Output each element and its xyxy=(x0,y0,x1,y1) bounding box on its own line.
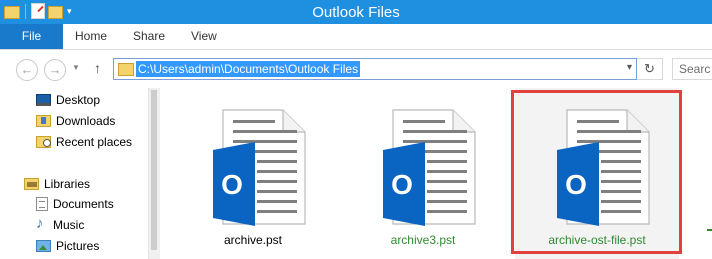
downloads-folder-icon xyxy=(36,115,51,127)
svg-text:O: O xyxy=(391,169,413,200)
sidebar-item-desktop[interactable]: Desktop xyxy=(36,91,100,109)
tab-home[interactable]: Home xyxy=(75,24,107,49)
folder-icon xyxy=(118,63,134,76)
sidebar-item-label: Desktop xyxy=(56,93,101,107)
tab-view[interactable]: View xyxy=(191,24,217,49)
back-button[interactable]: ← xyxy=(16,59,38,81)
sidebar-item-label: Music xyxy=(53,218,85,232)
sidebar-item-downloads[interactable]: Downloads xyxy=(36,112,115,130)
up-arrow-icon[interactable]: ↑ xyxy=(94,60,101,76)
music-icon xyxy=(36,215,48,232)
forward-button[interactable]: → xyxy=(44,59,66,81)
file-list: O archive.pst O archive3.pst O archive-o… xyxy=(160,88,712,259)
sidebar-item-libraries[interactable]: Libraries xyxy=(24,175,90,193)
navigation-scrollbar[interactable] xyxy=(148,88,160,259)
address-path[interactable]: C:\Users\admin\Documents\Outlook Files xyxy=(136,61,361,77)
sidebar-item-music[interactable]: Music xyxy=(36,215,85,234)
documents-icon xyxy=(36,197,48,211)
outlook-data-file-icon: O xyxy=(383,109,476,226)
sidebar-item-documents[interactable]: Documents xyxy=(36,195,114,213)
title-bar: ▾ Outlook Files xyxy=(0,0,712,24)
file-item-archive3[interactable]: O archive3.pst xyxy=(341,88,505,259)
tab-share[interactable]: Share xyxy=(133,24,165,49)
outlook-data-file-icon: O xyxy=(213,109,306,226)
navigation-bar: ← → ▼ ↑ C:\Users\admin\Documents\Outlook… xyxy=(0,50,712,88)
address-bar[interactable]: C:\Users\admin\Documents\Outlook Files ▾ xyxy=(113,58,637,80)
window-title: Outlook Files xyxy=(312,4,400,21)
scrollbar-thumb[interactable] xyxy=(151,90,157,250)
recent-places-icon xyxy=(36,136,51,148)
search-input[interactable]: Searc xyxy=(672,58,712,80)
sidebar-item-label: Pictures xyxy=(56,239,100,253)
libraries-icon xyxy=(24,178,39,190)
tab-file[interactable]: File xyxy=(0,24,63,49)
recent-locations-arrow-icon[interactable]: ▼ xyxy=(72,63,80,72)
file-name: archive.pst xyxy=(223,233,283,247)
sidebar-item-recent-places[interactable]: Recent places xyxy=(36,133,132,151)
selection-highlight xyxy=(511,90,682,254)
ribbon-tabs: File Home Share View xyxy=(0,24,712,50)
navigation-pane: Desktop Downloads Recent places Librarie… xyxy=(0,88,160,259)
refresh-button[interactable]: ↻ xyxy=(637,58,663,80)
sidebar-item-label: Recent places xyxy=(56,135,133,149)
next-file-peek xyxy=(707,229,712,231)
sidebar-item-pictures[interactable]: Pictures xyxy=(36,237,99,255)
address-dropdown-icon[interactable]: ▾ xyxy=(627,62,632,73)
desktop-icon xyxy=(36,94,51,106)
sidebar-item-label: Documents xyxy=(53,197,114,211)
sidebar-item-label: Downloads xyxy=(56,114,116,128)
file-name: archive3.pst xyxy=(390,233,456,247)
sidebar-item-label: Libraries xyxy=(44,177,91,191)
svg-text:O: O xyxy=(221,169,243,200)
pictures-icon xyxy=(36,240,51,252)
file-item-archive[interactable]: O archive.pst xyxy=(171,88,335,259)
